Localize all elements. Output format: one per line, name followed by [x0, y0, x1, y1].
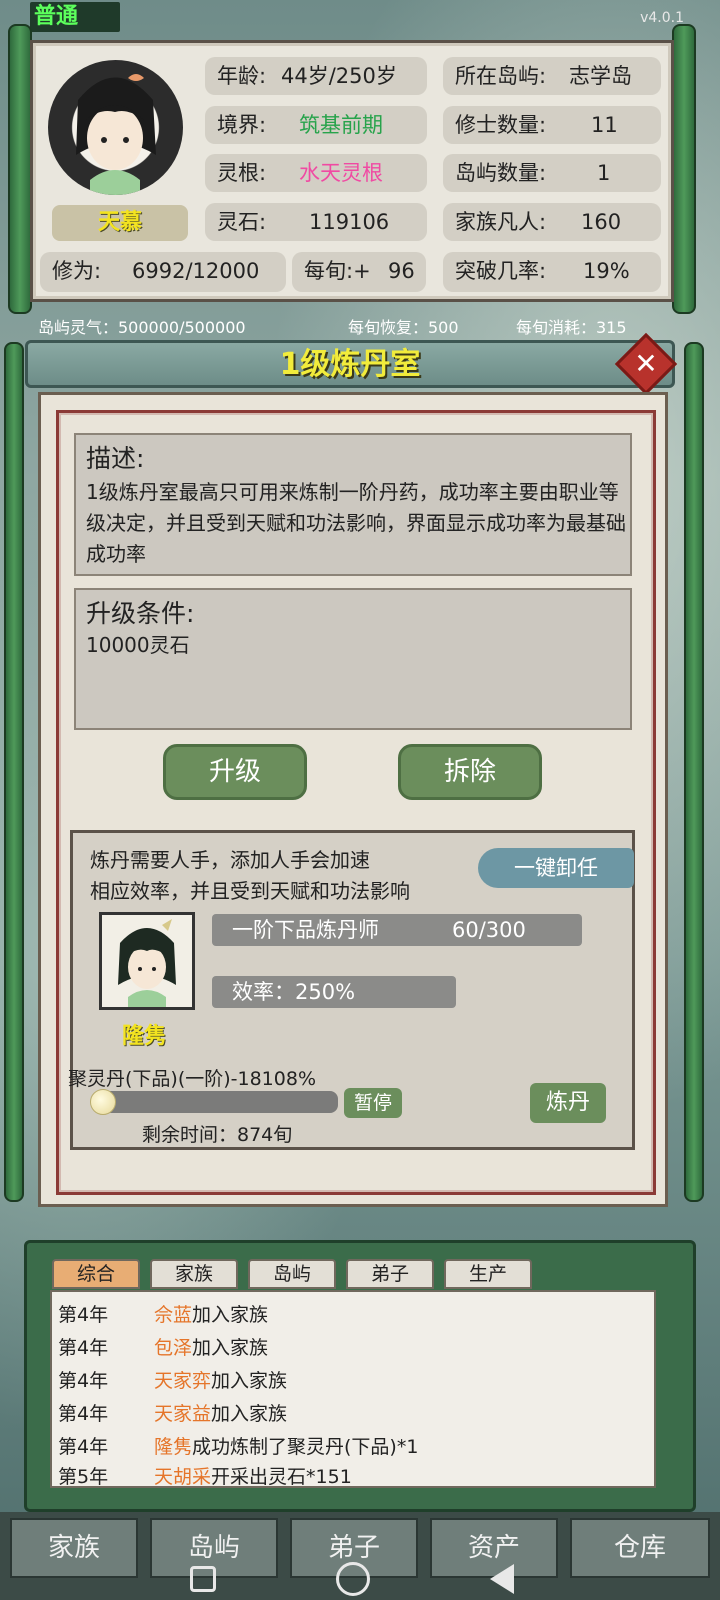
dialog-rod-right — [684, 342, 704, 1202]
stat-commoners: 家族凡人: 160 — [443, 203, 661, 241]
stat-root: 灵根: 水天灵根 — [205, 154, 427, 192]
player-name[interactable]: 天慕 — [52, 205, 188, 241]
craft-button[interactable]: 炼丹 — [530, 1083, 606, 1123]
log-entry: 第4年 佘蓝加入家族 — [58, 1304, 269, 1326]
mode-label[interactable]: 普通 — [30, 2, 120, 32]
log-entry-name: 天家弈 — [154, 1370, 212, 1392]
worker-rank-pill: 一阶下品炼丹师 60/300 — [212, 914, 582, 946]
stat-island-label: 所在岛屿: — [455, 64, 547, 88]
stat-stones-label: 灵石: — [217, 210, 267, 234]
stat-stones-value: 119106 — [309, 210, 390, 234]
upgrade-cost: 10000灵石 — [86, 633, 190, 657]
dialog-title: 1级炼丹室 — [25, 340, 675, 388]
stat-per-turn-label: 每旬:+ — [304, 259, 371, 283]
recipe-label: 聚灵丹(下品)(一阶)-18108% — [68, 1068, 317, 1090]
aura-consumption: 每旬消耗：315 — [516, 318, 627, 337]
stat-islands-label: 岛屿数量: — [455, 161, 547, 185]
log-entry: 第4年 隆隽成功炼制了聚灵丹(下品)*1 — [58, 1436, 419, 1458]
stat-island: 所在岛屿: 志学岛 — [443, 57, 661, 95]
dismiss-all-button[interactable]: 一键卸任 — [478, 848, 634, 888]
worker-avatar[interactable] — [99, 912, 195, 1010]
stat-cultivation-value: 6992/12000 — [132, 259, 260, 283]
craft-progress-track — [92, 1091, 338, 1113]
upgrade-button[interactable]: 升级 — [163, 744, 307, 800]
stat-root-value: 水天灵根 — [299, 161, 383, 185]
description-box: 描述: 1级炼丹室最高只可用来炼制一阶丹药，成功率主要由职业等级决定，并且受到天… — [74, 433, 632, 576]
upgrade-box: 升级条件: 10000灵石 — [74, 588, 632, 730]
worker-rank: 一阶下品炼丹师 — [232, 918, 379, 942]
craft-progress-knob[interactable] — [90, 1089, 116, 1115]
stat-per-turn-value: 96 — [388, 259, 415, 283]
player-avatar[interactable] — [48, 60, 183, 195]
triangle-back-icon[interactable] — [490, 1564, 514, 1594]
stat-breakthrough-value: 19% — [583, 259, 630, 283]
stat-cultivation-label: 修为: — [52, 259, 102, 283]
stat-per-turn: 每旬:+ 96 — [292, 252, 426, 292]
stat-age-value: 44岁/250岁 — [281, 64, 397, 88]
worker-exp: 60/300 — [452, 918, 526, 942]
worker-name[interactable]: 隆隽 — [122, 1018, 166, 1050]
log-entry-name: 包泽 — [154, 1337, 193, 1359]
worker-efficiency: 效率：250% — [212, 976, 456, 1008]
dialog-rod-left — [4, 342, 24, 1202]
log-entry-name: 隆隽 — [154, 1436, 193, 1458]
island-aura: 岛屿灵气：500000/500000 — [38, 318, 246, 337]
circle-home-icon[interactable] — [336, 1562, 370, 1596]
log-entry-name: 天家益 — [154, 1403, 212, 1425]
stat-island-value: 志学岛 — [569, 64, 632, 88]
stat-realm: 境界: 筑基前期 — [205, 106, 427, 144]
stat-age: 年龄: 44岁/250岁 — [205, 57, 427, 95]
avatar-illustration — [76, 74, 156, 195]
stat-commoners-label: 家族凡人: — [455, 210, 547, 234]
worker-illustration — [118, 919, 176, 1007]
square-recents-icon[interactable] — [190, 1566, 216, 1592]
log-entry: 第4年 包泽加入家族 — [58, 1337, 269, 1359]
aura-bar: 岛屿灵气：500000/500000 每旬恢复：500 每旬消耗：315 — [30, 315, 690, 341]
stat-islands-value: 1 — [597, 161, 611, 185]
stat-cultivators: 修士数量: 11 — [443, 106, 661, 144]
tab-general[interactable]: 综合 — [52, 1259, 140, 1289]
upgrade-title: 升级条件: — [86, 599, 195, 628]
stat-breakthrough-label: 突破几率: — [455, 259, 547, 283]
stat-breakthrough: 突破几率: 19% — [443, 252, 661, 292]
stat-commoners-value: 160 — [581, 210, 622, 234]
tab-disciples[interactable]: 弟子 — [346, 1259, 434, 1289]
log-entry-name: 天胡采 — [154, 1466, 212, 1488]
stat-realm-label: 境界: — [217, 113, 267, 137]
stat-realm-value: 筑基前期 — [299, 113, 383, 137]
scroll-rod-right — [672, 24, 696, 314]
nav-clan[interactable]: 家族 — [10, 1518, 138, 1578]
stat-stones: 灵石: 119106 — [205, 203, 427, 241]
stat-cultivation: 修为: 6992/12000 — [40, 252, 286, 292]
worker-hint-line1: 炼丹需要人手，添加人手会加速 — [90, 848, 370, 872]
description-title: 描述: — [86, 444, 145, 473]
tab-island[interactable]: 岛屿 — [248, 1259, 336, 1289]
log-entry-name: 佘蓝 — [154, 1304, 193, 1326]
stat-cultivators-value: 11 — [591, 113, 618, 137]
log-entry: 第4年 天家益加入家族 — [58, 1403, 288, 1425]
pause-button[interactable]: 暂停 — [344, 1088, 402, 1118]
tab-production[interactable]: 生产 — [444, 1259, 532, 1289]
scroll-rod-left — [8, 24, 32, 314]
description-text: 1级炼丹室最高只可用来炼制一阶丹药，成功率主要由职业等级决定，并且受到天赋和功法… — [86, 480, 626, 566]
log-list: 第4年 佘蓝加入家族 第4年 包泽加入家族 第4年 天家弈加入家族 第4年 天家益加入家… — [50, 1290, 656, 1488]
stat-root-label: 灵根: — [217, 161, 267, 185]
log-entry: 第4年 天家弈加入家族 — [58, 1370, 288, 1392]
demolish-button[interactable]: 拆除 — [398, 744, 542, 800]
stat-cultivators-label: 修士数量: — [455, 113, 547, 137]
aura-recovery: 每旬恢复：500 — [348, 318, 459, 337]
tab-clan[interactable]: 家族 — [150, 1259, 238, 1289]
stat-islands: 岛屿数量: 1 — [443, 154, 661, 192]
worker-hint-line2: 相应效率，并且受到天赋和功法影响 — [90, 879, 410, 903]
remaining-time: 剩余时间：874旬 — [142, 1124, 293, 1146]
nav-warehouse[interactable]: 仓库 — [570, 1518, 710, 1578]
log-entry: 第5年 天胡采开采出灵石*151 — [58, 1466, 352, 1488]
stat-age-label: 年龄: — [217, 64, 267, 88]
